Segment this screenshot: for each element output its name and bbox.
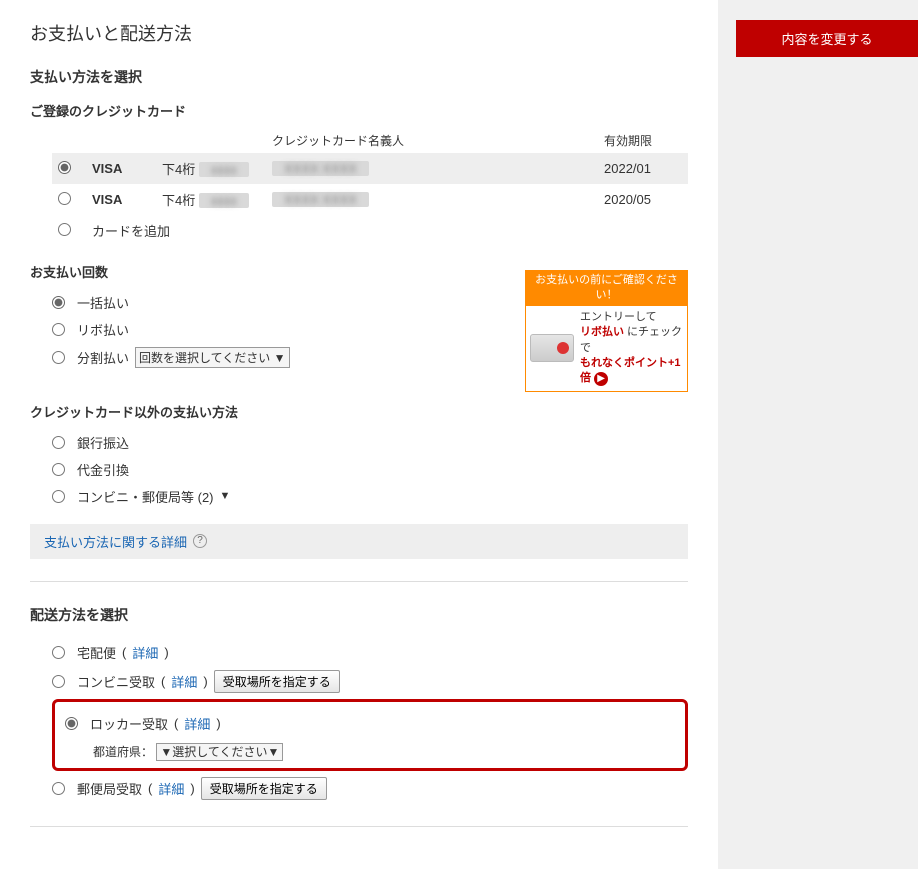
installment-radio[interactable] xyxy=(52,351,65,364)
conv-label[interactable]: コンビニ・郵便局等 (2) xyxy=(77,487,214,506)
last4-masked: xxxx xyxy=(199,193,249,208)
other-payment-title: クレジットカード以外の支払い方法 xyxy=(30,402,688,421)
lump-radio[interactable] xyxy=(52,296,65,309)
promo-head: お支払いの前にご確認ください！ xyxy=(526,271,687,306)
card-table: クレジットカード名義人 有効期限 VISA 下4桁 xxxx XXXX XXXX… xyxy=(52,128,688,246)
help-icon[interactable]: ? xyxy=(193,534,207,548)
card-brand: VISA xyxy=(86,184,156,215)
conv-specify-button[interactable]: 受取場所を指定する xyxy=(214,670,340,693)
payment-count-title: お支払い回数 xyxy=(30,262,515,281)
conv-radio[interactable] xyxy=(52,490,65,503)
prefecture-label: 都道府県： xyxy=(93,745,153,759)
conv-pickup-radio[interactable] xyxy=(52,675,65,688)
header-expiry: 有効期限 xyxy=(598,128,688,153)
last4-masked: xxxx xyxy=(199,162,249,177)
card-row[interactable]: VISA 下4桁 xxxx XXXX XXXX 2020/05 xyxy=(52,184,688,215)
registered-cards-title: ご登録のクレジットカード xyxy=(30,101,688,120)
locker-pickup-radio[interactable] xyxy=(65,717,78,730)
locker-highlight: ロッカー受取 (詳細) 都道府県： ▼選択してください▼ xyxy=(52,699,688,771)
locker-pickup-label[interactable]: ロッカー受取 xyxy=(90,714,168,733)
cod-radio[interactable] xyxy=(52,463,65,476)
promo-text: エントリーして リボ払い にチェックで もれなくポイント+1倍 ▶ xyxy=(580,310,683,387)
holder-masked: XXXX XXXX xyxy=(272,161,369,176)
card-radio-1[interactable] xyxy=(58,192,71,205)
post-pickup-radio[interactable] xyxy=(52,782,65,795)
cod-label[interactable]: 代金引換 xyxy=(77,460,129,479)
card-expiry: 2020/05 xyxy=(598,184,688,215)
change-content-button[interactable]: 内容を変更する xyxy=(736,20,918,57)
shipping-section-title: 配送方法を選択 xyxy=(30,604,688,625)
divider xyxy=(30,826,688,827)
home-delivery-label[interactable]: 宅配便 xyxy=(77,643,116,662)
revolving-radio[interactable] xyxy=(52,323,65,336)
home-detail-link[interactable]: 詳細 xyxy=(132,643,158,662)
home-delivery-radio[interactable] xyxy=(52,646,65,659)
installment-select[interactable]: 回数を選択してください ▼ xyxy=(135,347,290,368)
card-brand: VISA xyxy=(86,153,156,184)
chevron-down-icon[interactable]: ▼ xyxy=(220,490,231,502)
payment-details-link[interactable]: 支払い方法に関する詳細 xyxy=(44,532,187,551)
locker-detail-link[interactable]: 詳細 xyxy=(184,714,210,733)
add-card-row[interactable]: カードを追加 xyxy=(52,215,688,246)
add-card-label: カードを追加 xyxy=(86,215,688,246)
card-expiry: 2022/01 xyxy=(598,153,688,184)
post-pickup-label[interactable]: 郵便局受取 xyxy=(77,779,142,798)
last4-label: 下4桁 xyxy=(162,193,195,208)
header-holder: クレジットカード名義人 xyxy=(266,128,598,153)
prefecture-select[interactable]: ▼選択してください▼ xyxy=(156,743,283,761)
add-card-radio[interactable] xyxy=(58,223,71,236)
card-row[interactable]: VISA 下4桁 xxxx XXXX XXXX 2022/01 xyxy=(52,153,688,184)
lump-label[interactable]: 一括払い xyxy=(77,293,129,312)
payment-details-bar: 支払い方法に関する詳細 ? xyxy=(30,524,688,559)
post-detail-link[interactable]: 詳細 xyxy=(158,779,184,798)
revolving-label[interactable]: リボ払い xyxy=(77,320,129,339)
post-specify-button[interactable]: 受取場所を指定する xyxy=(201,777,327,800)
promo-arrow-icon: ▶ xyxy=(594,372,608,386)
installment-label[interactable]: 分割払い xyxy=(77,348,129,367)
divider xyxy=(30,581,688,582)
card-radio-0[interactable] xyxy=(58,161,71,174)
conv-pickup-label[interactable]: コンビニ受取 xyxy=(77,672,155,691)
bank-radio[interactable] xyxy=(52,436,65,449)
holder-masked: XXXX XXXX xyxy=(272,192,369,207)
last4-label: 下4桁 xyxy=(162,162,195,177)
payment-section-title: 支払い方法を選択 xyxy=(30,66,688,87)
conv-detail-link[interactable]: 詳細 xyxy=(171,672,197,691)
promo-banner[interactable]: お支払いの前にご確認ください！ エントリーして リボ払い にチェックで もれなく… xyxy=(525,270,688,392)
page-title: お支払いと配送方法 xyxy=(30,20,688,46)
promo-card-icon xyxy=(530,334,574,362)
bank-label[interactable]: 銀行振込 xyxy=(77,433,129,452)
